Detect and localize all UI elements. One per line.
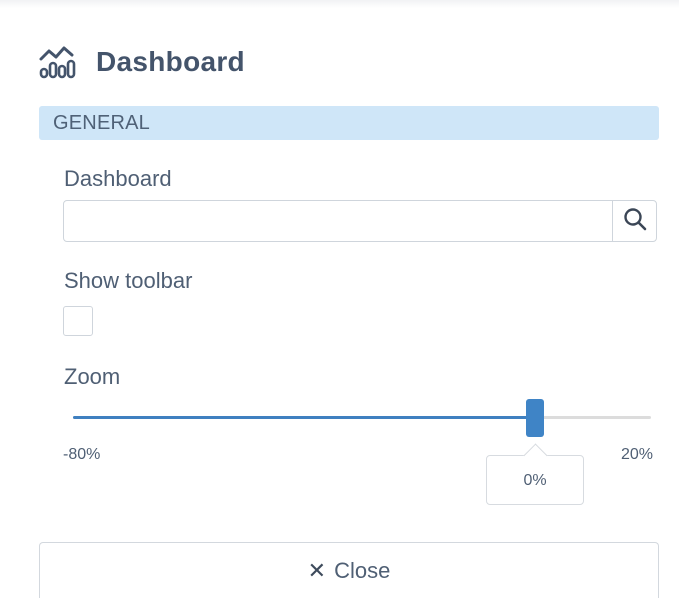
close-icon: ✕ (307, 557, 327, 583)
panel-header: Dashboard (38, 42, 245, 82)
zoom-min-label: -80% (63, 446, 101, 463)
zoom-max-label: 20% (621, 446, 654, 463)
dashboard-search-button[interactable] (612, 201, 656, 241)
zoom-slider-handle[interactable] (526, 399, 545, 437)
search-icon (623, 207, 647, 236)
zoom-slider[interactable] (73, 399, 651, 437)
dashboard-field-label: Dashboard (64, 166, 172, 191)
zoom-slider-fill (73, 416, 536, 419)
dashboard-input[interactable] (64, 201, 612, 241)
dashboard-field (63, 200, 657, 242)
dashboard-chart-icon (38, 45, 76, 79)
close-button-label: Close (334, 557, 391, 583)
zoom-value-tooltip: 0% (486, 455, 584, 505)
close-button[interactable]: ✕ Close (39, 542, 659, 598)
zoom-label: Zoom (64, 364, 121, 389)
show-toolbar-checkbox[interactable] (63, 306, 93, 336)
panel-title: Dashboard (96, 46, 245, 77)
section-header-general: GENERAL (39, 106, 659, 140)
show-toolbar-label: Show toolbar (64, 268, 193, 293)
dashboard-settings-panel: Dashboard GENERAL Dashboard Show toolbar… (0, 0, 679, 598)
